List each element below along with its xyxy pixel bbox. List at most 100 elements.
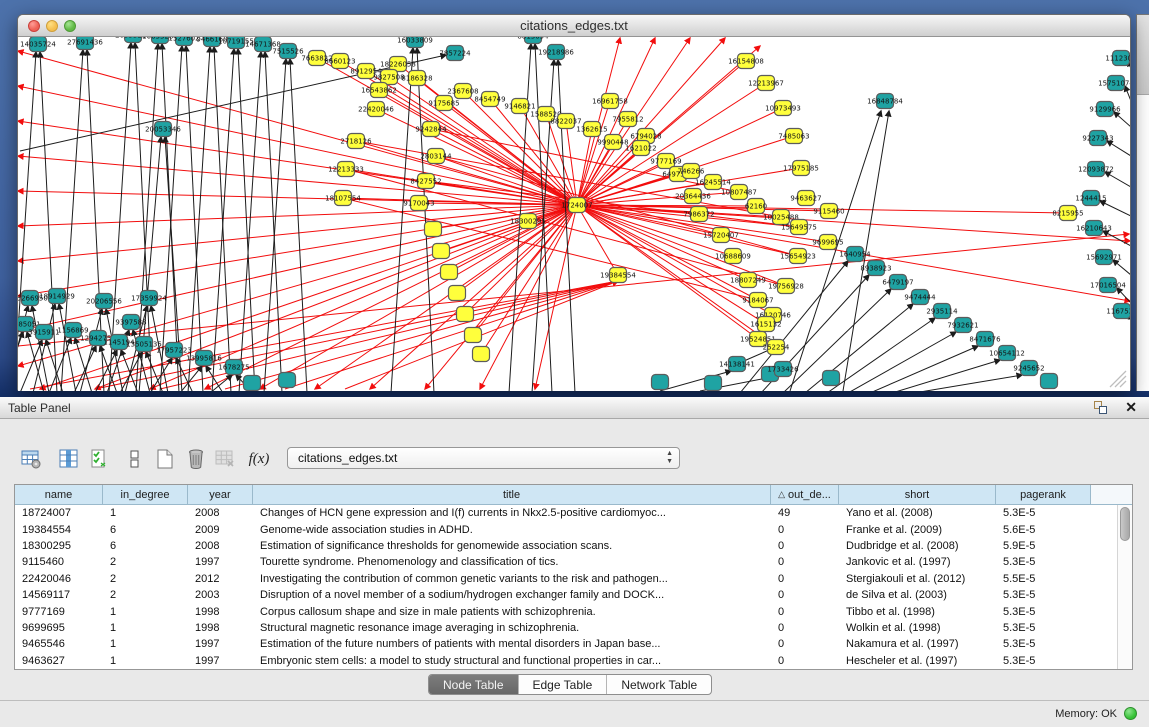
- graph-node[interactable]: [652, 375, 669, 390]
- graph-node[interactable]: 9699695: [812, 235, 843, 250]
- graph-node[interactable]: 15720407: [703, 228, 739, 243]
- column-header-in-degree[interactable]: in_degree: [103, 485, 188, 504]
- new-column-icon[interactable]: [152, 446, 178, 472]
- table-row[interactable]: 946554611997Estimation of the future num…: [15, 636, 1117, 652]
- graph-node[interactable]: 20364436: [675, 189, 711, 204]
- column-header-title[interactable]: title: [253, 485, 771, 504]
- table-scrollbar[interactable]: [1117, 505, 1132, 669]
- table-row[interactable]: 977716911998Corpus callosum shape and si…: [15, 603, 1117, 619]
- graph-node[interactable]: 17016504: [1090, 278, 1126, 293]
- delete-table-icon[interactable]: [212, 446, 238, 472]
- graph-node[interactable]: 8813054: [517, 37, 549, 44]
- table-row[interactable]: 1830029562008Estimation of significance …: [15, 538, 1117, 554]
- graph-node[interactable]: [425, 222, 442, 237]
- graph-node[interactable]: 9463627: [790, 191, 821, 206]
- graph-node[interactable]: 7857224: [439, 46, 471, 61]
- graph-node[interactable]: 27691436: [67, 37, 103, 50]
- table-row[interactable]: 1872400712008Changes of HCN gene express…: [15, 505, 1117, 521]
- graph-node[interactable]: 17359924: [131, 291, 167, 306]
- graph-node[interactable]: 10688609: [715, 249, 751, 264]
- column-header-name[interactable]: name: [15, 485, 103, 504]
- graph-node[interactable]: [465, 328, 482, 343]
- graph-node[interactable]: 12213967: [748, 76, 784, 91]
- graph-node[interactable]: 8454749: [474, 92, 505, 107]
- graph-node[interactable]: [473, 347, 490, 362]
- table-row[interactable]: 1938455462009Genome-wide association stu…: [15, 521, 1117, 537]
- row-options-icon[interactable]: [122, 446, 148, 472]
- graph-node[interactable]: 16961758: [592, 94, 628, 109]
- graph-node[interactable]: 18107554: [325, 191, 361, 206]
- tab-edge-table[interactable]: Edge Table: [519, 675, 608, 694]
- close-panel-icon[interactable]: ✕: [1125, 399, 1137, 416]
- graph-node[interactable]: 9115460: [813, 204, 844, 219]
- graph-node[interactable]: 10973493: [765, 101, 801, 116]
- graph-node[interactable]: 20206556: [86, 294, 122, 309]
- float-panel-icon[interactable]: [1094, 401, 1109, 415]
- column-header-pagerank[interactable]: pagerank: [996, 485, 1091, 504]
- resize-grip-icon[interactable]: [1106, 367, 1128, 389]
- graph-node[interactable]: 1527602: [168, 37, 199, 46]
- select-columns-icon[interactable]: [87, 446, 113, 472]
- table-row[interactable]: 2242004622012Investigating the contribut…: [15, 571, 1117, 587]
- graph-node[interactable]: [441, 265, 458, 280]
- graph-node[interactable]: 14035724: [20, 37, 56, 52]
- graph-node[interactable]: [1041, 374, 1058, 389]
- graph-node[interactable]: [433, 244, 450, 259]
- table-row[interactable]: 969969511998Structural magnetic resonanc…: [15, 620, 1117, 636]
- graph-node[interactable]: 1112304: [1105, 51, 1130, 66]
- graph-node[interactable]: [244, 376, 261, 391]
- graph-node[interactable]: 19384554: [600, 268, 636, 283]
- table-row[interactable]: 946362711997Embryonic stem cells: a mode…: [15, 653, 1117, 669]
- graph-node[interactable]: 8471676: [969, 332, 1001, 347]
- graph-node[interactable]: 16154808: [728, 54, 764, 69]
- graph-node[interactable]: [823, 371, 840, 386]
- tab-network-table[interactable]: Network Table: [607, 675, 711, 694]
- graph-node[interactable]: 8186328: [401, 71, 432, 86]
- graph-node[interactable]: 9227343: [1082, 131, 1113, 146]
- graph-node[interactable]: 9170043: [403, 196, 434, 211]
- table-mode-icon[interactable]: [18, 446, 44, 472]
- graph-node[interactable]: 10654112: [989, 346, 1025, 361]
- table-row[interactable]: 1456911722003Disruption of a novel membe…: [15, 587, 1117, 603]
- graph-node[interactable]: 2935114: [926, 304, 958, 319]
- graph-node[interactable]: [457, 307, 474, 322]
- graph-node[interactable]: 8938923: [860, 261, 891, 276]
- graph-node[interactable]: 19218986: [538, 45, 574, 60]
- tab-node-table[interactable]: Node Table: [429, 675, 519, 694]
- graph-node[interactable]: 15751074: [1098, 76, 1130, 91]
- graph-node[interactable]: 7485063: [778, 129, 809, 144]
- graph-node[interactable]: 1167533: [1106, 304, 1130, 319]
- network-window-titlebar[interactable]: citations_edges.txt: [18, 15, 1130, 37]
- graph-node[interactable]: [705, 376, 722, 391]
- graph-node[interactable]: 16848784: [867, 94, 903, 109]
- graph-node[interactable]: 8215955: [1052, 206, 1083, 221]
- graph-node[interactable]: 9245652: [1013, 361, 1044, 376]
- column-header-short[interactable]: short: [839, 485, 996, 504]
- graph-node[interactable]: 62160: [745, 199, 767, 214]
- table-selector-dropdown[interactable]: citations_edges.txt ▲▼: [287, 447, 680, 469]
- graph-node[interactable]: 12213333: [328, 162, 364, 177]
- graph-node[interactable]: 9474444: [904, 290, 936, 305]
- graph-node[interactable]: 1678275: [218, 360, 249, 375]
- delete-column-icon[interactable]: [183, 446, 209, 472]
- column-header-year[interactable]: year: [188, 485, 253, 504]
- table-row[interactable]: 911546021997Tourette syndrome. Phenomeno…: [15, 554, 1117, 570]
- show-columns-icon[interactable]: [56, 446, 82, 472]
- graph-node[interactable]: [449, 286, 466, 301]
- graph-node[interactable]: 10807487: [721, 185, 757, 200]
- graph-node[interactable]: 15654923: [780, 249, 816, 264]
- function-builder-icon[interactable]: f(x): [246, 446, 272, 472]
- network-canvas[interactable]: 1724007140357242769143620553217106332871…: [18, 37, 1130, 391]
- scrollbar-thumb[interactable]: [1120, 507, 1130, 541]
- graph-node[interactable]: 16033809: [397, 37, 433, 48]
- graph-node[interactable]: 9990448: [597, 135, 628, 150]
- column-header-out-de-[interactable]: △out_de...: [771, 485, 839, 504]
- graph-node[interactable]: 7932621: [947, 318, 978, 333]
- graph-node[interactable]: [279, 373, 296, 388]
- graph-node[interactable]: 17975185: [783, 161, 819, 176]
- graph-node[interactable]: 16245514: [695, 175, 731, 190]
- graph-node[interactable]: 7986372: [683, 207, 714, 222]
- graph-node[interactable]: 1244415: [1075, 191, 1106, 206]
- graph-node[interactable]: 2718126: [340, 134, 372, 149]
- graph-node[interactable]: 8427552: [410, 174, 441, 189]
